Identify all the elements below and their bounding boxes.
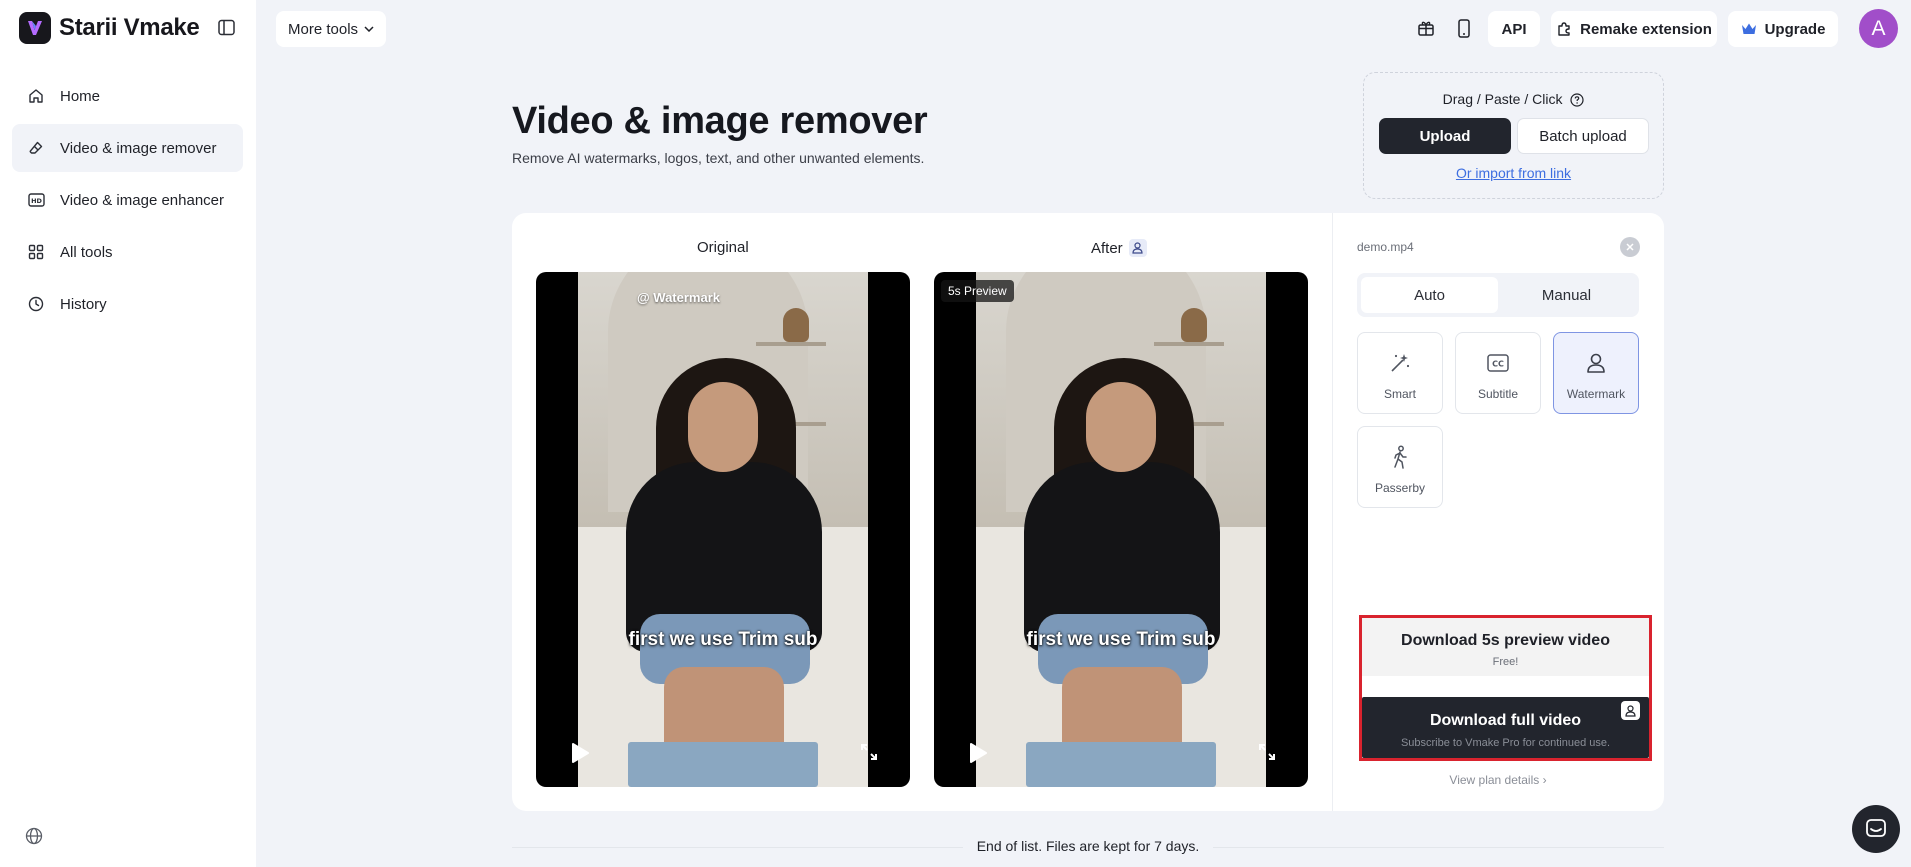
fullscreen-icon[interactable] (860, 743, 882, 765)
download-full-button[interactable]: Download full video Subscribe to Vmake P… (1362, 697, 1649, 758)
sidebar: Starii Vmake Home Video & image remover … (0, 0, 256, 867)
puzzle-icon (1558, 22, 1570, 36)
sidebar-item-video-image-remover[interactable]: Video & image remover (12, 124, 243, 172)
sidebar-nav: Home Video & image remover HD Video & im… (12, 72, 243, 332)
tool-subtitle[interactable]: CC Subtitle (1455, 332, 1541, 414)
tool-label: Subtitle (1477, 387, 1519, 401)
close-icon[interactable] (1620, 237, 1640, 257)
preview-badge: 5s Preview (941, 280, 1014, 302)
api-label: API (1501, 20, 1527, 38)
upgrade-label: Upgrade (1764, 20, 1826, 38)
watermark-overlay-text: @ Watermark (637, 290, 721, 305)
after-label: After (1091, 239, 1123, 257)
watermark-icon (1554, 350, 1638, 376)
batch-upload-button[interactable]: Batch upload (1517, 118, 1649, 154)
mobile-app-icon[interactable] (1452, 16, 1476, 40)
file-name: demo.mp4 (1357, 240, 1414, 254)
sidebar-item-video-image-enhancer[interactable]: HD Video & image enhancer (12, 176, 243, 224)
mode-switch: Auto Manual (1357, 273, 1639, 317)
tool-label: Passerby (1374, 481, 1426, 495)
remake-extension-button[interactable]: Remake extension (1551, 11, 1717, 47)
download-preview-button[interactable]: Download 5s preview video Free! (1362, 618, 1649, 676)
sidebar-item-label: All tools (60, 243, 113, 261)
upload-hint-text: Drag / Paste / Click (1442, 91, 1563, 107)
tab-manual[interactable]: Manual (1498, 277, 1635, 313)
vmake-logo-icon (19, 12, 51, 44)
chat-support-icon[interactable] (1852, 805, 1900, 853)
editor-card: Original After @ Watermark first we use … (512, 213, 1664, 811)
end-of-list-text: End of list. Files are kept for 7 days. (512, 838, 1664, 854)
sidebar-item-all-tools[interactable]: All tools (12, 228, 243, 276)
download-section-highlight: Download 5s preview video Free! Download… (1359, 615, 1652, 761)
chevron-down-icon (364, 26, 374, 32)
sidebar-item-label: History (60, 295, 107, 313)
after-header: After (1091, 239, 1147, 257)
plan-link-label: View plan details (1449, 773, 1540, 787)
walking-person-icon (1358, 444, 1442, 470)
video-frame: @ Watermark (578, 272, 868, 787)
upgrade-button[interactable]: Upgrade (1728, 11, 1838, 47)
page-title: Video & image remover (512, 100, 928, 142)
play-icon[interactable] (968, 742, 990, 764)
download-full-title: Download full video (1429, 712, 1582, 729)
sidebar-item-history[interactable]: History (12, 280, 243, 328)
crown-icon (1741, 23, 1756, 34)
tool-label: Smart (1383, 387, 1416, 401)
fullscreen-icon[interactable] (1258, 743, 1280, 765)
video-caption: first we use Trim sub (1026, 629, 1216, 650)
pro-user-icon (1128, 239, 1147, 257)
remake-extension-label: Remake extension (1580, 20, 1712, 38)
panel-divider (1332, 213, 1333, 811)
svg-text:HD: HD (31, 197, 42, 205)
import-from-link[interactable]: Or import from link (1364, 165, 1663, 181)
video-caption: first we use Trim sub (628, 629, 818, 650)
tool-passerby[interactable]: Passerby (1357, 426, 1443, 508)
cc-icon: CC (1456, 350, 1540, 376)
avatar-letter: A (1871, 16, 1886, 40)
upload-hint: Drag / Paste / Click (1364, 91, 1663, 107)
sidebar-item-label: Home (60, 87, 101, 105)
avatar[interactable]: A (1859, 9, 1898, 48)
sidebar-item-label: Video & image remover (60, 139, 217, 157)
api-button[interactable]: API (1488, 11, 1540, 47)
home-icon (26, 86, 46, 106)
gift-icon[interactable] (1414, 16, 1438, 40)
brand[interactable]: Starii Vmake (19, 12, 200, 44)
svg-text:CC: CC (1492, 360, 1504, 369)
help-icon[interactable] (1570, 93, 1584, 107)
brand-name: Starii Vmake (59, 14, 200, 41)
tab-auto[interactable]: Auto (1361, 277, 1498, 313)
globe-language-icon[interactable] (25, 827, 45, 847)
chevron-right-icon: › (1542, 773, 1547, 787)
original-label: Original (697, 239, 749, 256)
more-tools-label: More tools (288, 20, 359, 38)
download-preview-title: Download 5s preview video (1401, 632, 1610, 649)
view-plan-details-link[interactable]: View plan details › (1357, 773, 1639, 787)
upload-dropzone[interactable]: Drag / Paste / Click Upload Batch upload… (1363, 72, 1664, 199)
magic-wand-icon (1358, 350, 1442, 376)
clock-icon (26, 294, 46, 314)
grid-icon (26, 242, 46, 262)
original-video[interactable]: @ Watermark first we use Trim sub (536, 272, 910, 787)
end-of-list-label: End of list. Files are kept for 7 days. (962, 838, 1214, 854)
tool-watermark[interactable]: Watermark (1553, 332, 1639, 414)
after-video[interactable]: 5s Preview first we use Trim sub (934, 272, 1308, 787)
tool-smart[interactable]: Smart (1357, 332, 1443, 414)
sidebar-item-label: Video & image enhancer (60, 191, 225, 209)
download-full-sub: Subscribe to Vmake Pro for continued use… (1400, 737, 1611, 749)
video-frame (976, 272, 1266, 787)
play-icon[interactable] (570, 742, 592, 764)
hd-icon: HD (26, 190, 46, 210)
more-tools-dropdown[interactable]: More tools (276, 11, 387, 47)
tool-label: Watermark (1566, 387, 1626, 401)
eraser-icon (26, 138, 46, 158)
upload-button[interactable]: Upload (1379, 118, 1511, 154)
sidebar-toggle-icon[interactable] (216, 17, 236, 37)
download-preview-sub: Free! (1492, 656, 1519, 668)
page-subtitle: Remove AI watermarks, logos, text, and o… (512, 150, 925, 166)
sidebar-item-home[interactable]: Home (12, 72, 243, 120)
